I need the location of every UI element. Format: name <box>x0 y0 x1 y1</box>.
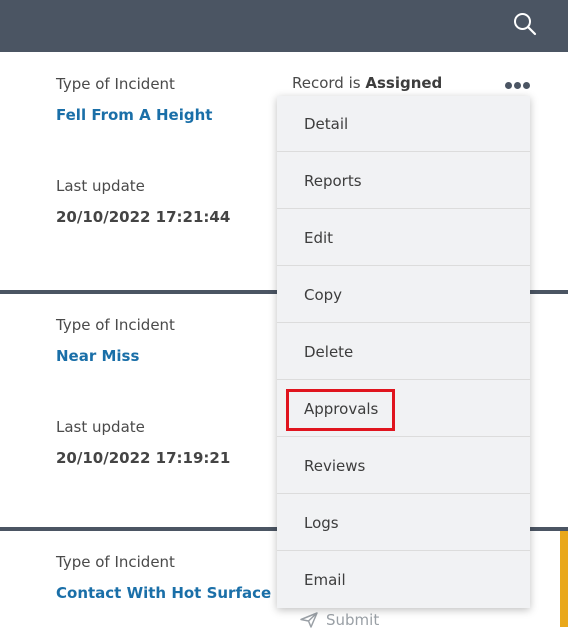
submit-button[interactable]: Submit <box>300 611 379 629</box>
send-icon <box>300 612 318 628</box>
more-options-icon[interactable] <box>505 80 531 90</box>
menu-item-approvals[interactable]: Approvals <box>277 381 530 437</box>
menu-item-label: Reviews <box>304 457 366 475</box>
submit-label: Submit <box>326 611 380 629</box>
menu-item-delete[interactable]: Delete <box>277 324 530 380</box>
actions-dropdown-menu: Detail Reports Edit Copy Delete Approval… <box>277 96 530 608</box>
menu-item-reviews[interactable]: Reviews <box>277 438 530 494</box>
status-accent-bar <box>560 531 568 627</box>
last-update-label: Last update <box>56 418 145 436</box>
type-of-incident-label: Type of Incident <box>56 316 175 334</box>
menu-item-label: Approvals <box>304 400 379 418</box>
menu-item-logs[interactable]: Logs <box>277 495 530 551</box>
incident-type-link[interactable]: Fell From A Height <box>56 106 212 124</box>
menu-item-copy[interactable]: Copy <box>277 267 530 323</box>
record-status-prefix: Record is <box>292 74 361 92</box>
menu-item-email[interactable]: Email <box>277 552 530 608</box>
menu-item-reports[interactable]: Reports <box>277 153 530 209</box>
record-status-value: Assigned <box>365 74 443 92</box>
menu-item-edit[interactable]: Edit <box>277 210 530 266</box>
type-of-incident-label: Type of Incident <box>56 553 175 571</box>
menu-item-label: Logs <box>304 514 339 532</box>
menu-item-label: Delete <box>304 343 354 361</box>
incident-type-link[interactable]: Contact With Hot Surface <box>56 584 271 602</box>
menu-item-label: Reports <box>304 172 362 190</box>
menu-item-label: Copy <box>304 286 343 304</box>
type-of-incident-label: Type of Incident <box>56 75 175 93</box>
menu-item-label: Edit <box>304 229 334 247</box>
record-status: Record is Assigned <box>292 74 442 92</box>
top-bar <box>0 0 568 52</box>
last-update-label: Last update <box>56 177 145 195</box>
last-update-value: 20/10/2022 17:19:21 <box>56 449 231 467</box>
menu-item-label: Detail <box>304 115 349 133</box>
incident-type-link[interactable]: Near Miss <box>56 347 139 365</box>
search-icon[interactable] <box>512 11 538 37</box>
last-update-value: 20/10/2022 17:21:44 <box>56 208 231 226</box>
menu-item-detail[interactable]: Detail <box>277 96 530 152</box>
menu-item-label: Email <box>304 571 346 589</box>
